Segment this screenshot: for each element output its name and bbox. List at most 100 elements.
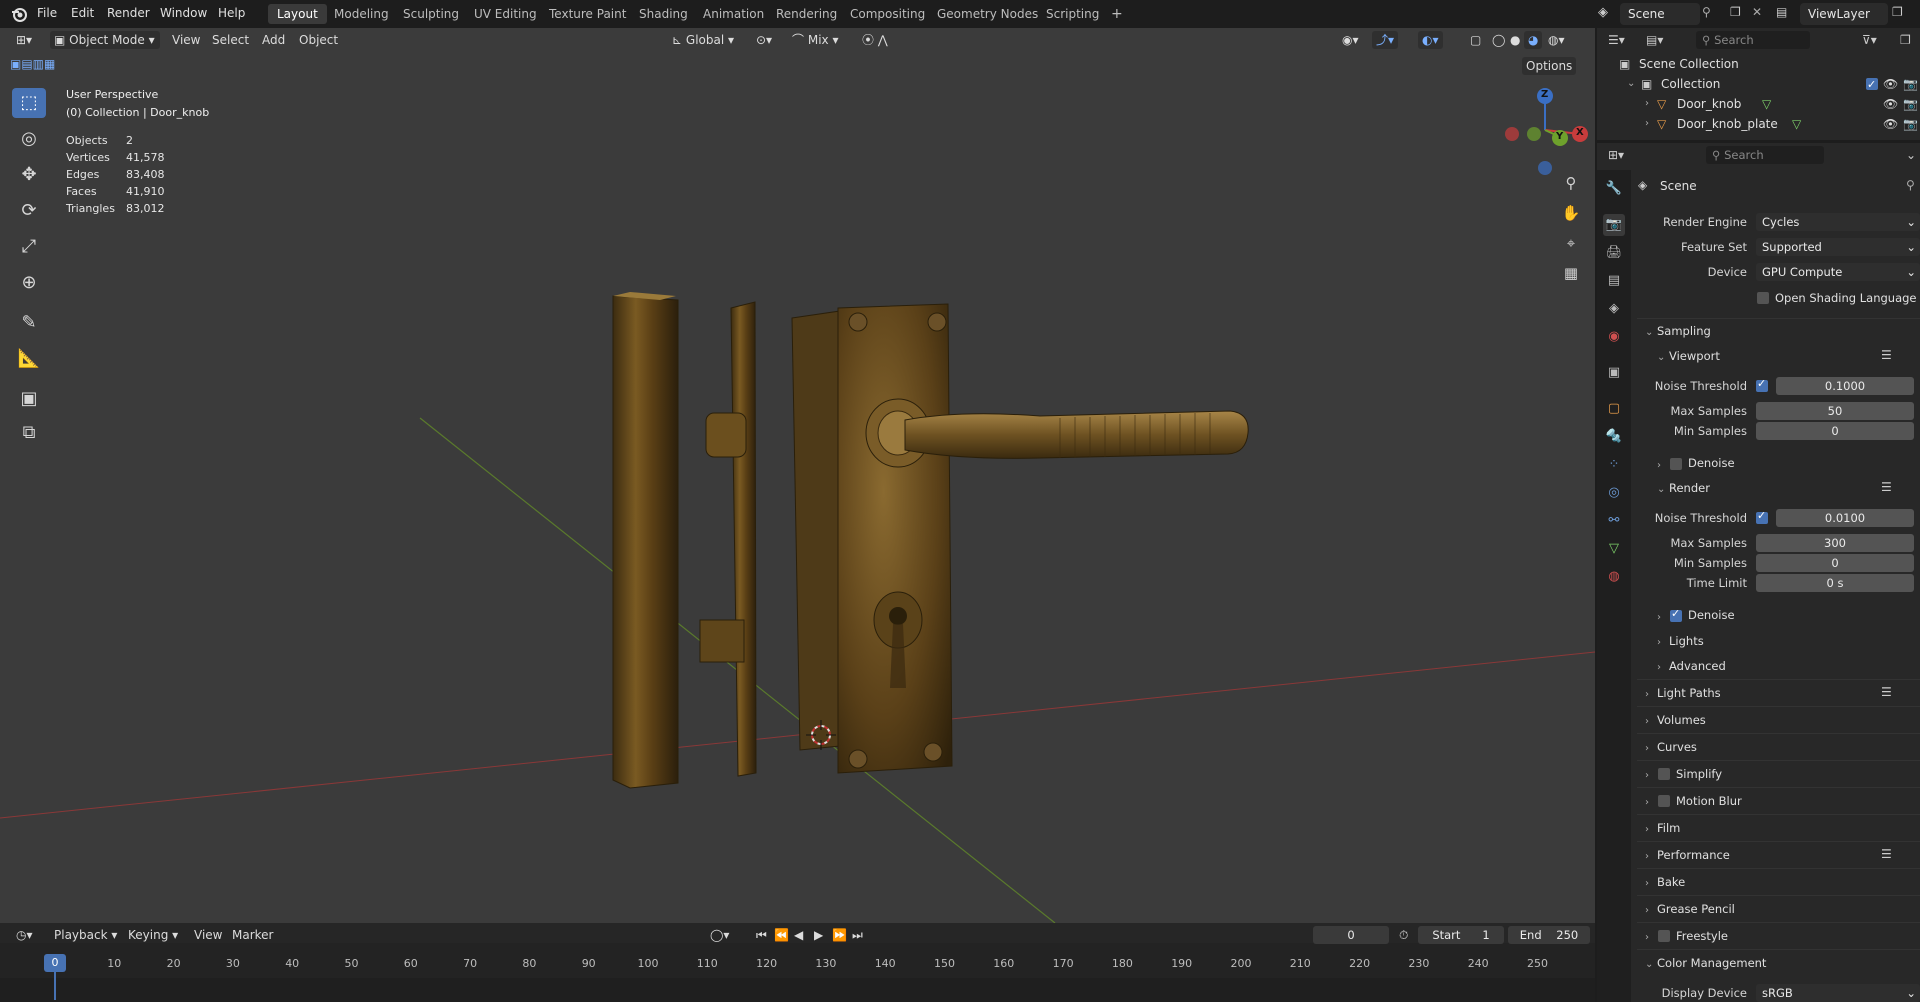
render-denoise-checkbox[interactable] — [1670, 607, 1682, 622]
filter-icon[interactable]: ⊽▾ — [1862, 33, 1877, 47]
advanced-subpanel-header[interactable]: › Advanced — [1657, 659, 1726, 673]
rendered-shading-icon[interactable]: ◍▾ — [1544, 31, 1569, 49]
pin-icon[interactable]: ⚲ — [1906, 178, 1915, 192]
performance-panel-header[interactable]: › Performance — [1645, 848, 1730, 862]
tab-texture-paint[interactable]: Texture Paint — [540, 4, 635, 24]
menu-timeline-view[interactable]: View — [190, 926, 226, 944]
menu-add[interactable]: Add — [258, 31, 289, 49]
render-subpanel-header[interactable]: ⌄ Render — [1657, 481, 1710, 495]
modifier-tab-icon[interactable]: 🔩 — [1603, 426, 1625, 448]
current-frame-field[interactable]: 0 — [1313, 926, 1389, 944]
zoom-icon[interactable]: ⚲ — [1558, 170, 1584, 196]
scene-icon[interactable]: ◈ — [1598, 5, 1608, 20]
new-collection-icon[interactable]: ❐ — [1900, 33, 1911, 47]
render-noise-threshold-checkbox[interactable] — [1756, 509, 1768, 524]
menu-view[interactable]: View — [168, 31, 204, 49]
expand-icon[interactable]: ⌄ — [1627, 74, 1635, 94]
mode-selector[interactable]: ▣ Object Mode ▾ — [50, 31, 160, 49]
delete-scene-icon[interactable]: ✕ — [1752, 5, 1762, 19]
device-dropdown[interactable]: GPU Compute ⌄ — [1756, 263, 1920, 281]
render-max-samples-field[interactable]: 300 — [1756, 534, 1914, 552]
sampling-panel-header[interactable]: ⌄ Sampling — [1645, 324, 1711, 338]
proportional-editing-icon[interactable]: ⦿ ⋀ — [858, 31, 892, 49]
tab-sculpting[interactable]: Sculpting — [394, 4, 468, 24]
solid-shading-icon[interactable]: ● — [1506, 31, 1524, 49]
motion-blur-checkbox[interactable] — [1658, 795, 1670, 807]
cursor-tool-icon[interactable]: ◎ — [12, 124, 46, 154]
menu-object[interactable]: Object — [295, 31, 342, 49]
collection-tab-icon[interactable]: ▣ — [1603, 362, 1625, 384]
viewport-noise-threshold-field[interactable]: 0.1000 — [1776, 377, 1914, 395]
menu-marker[interactable]: Marker — [228, 926, 277, 944]
render-tab-icon[interactable]: 📷 — [1603, 214, 1625, 236]
pan-hand-icon[interactable]: ✋ — [1558, 200, 1584, 226]
rotate-tool-icon[interactable]: ⟳ — [12, 196, 46, 226]
render-camera-icon[interactable]: 📷 — [1903, 114, 1918, 134]
expand-icon[interactable]: › — [1645, 114, 1649, 134]
properties-editor-icon[interactable]: ⊞▾ — [1608, 148, 1624, 162]
tab-shading[interactable]: Shading — [630, 4, 697, 24]
particles-tab-icon[interactable]: ⁘ — [1603, 454, 1625, 476]
simplify-panel-header[interactable]: › — [1645, 767, 1657, 781]
simplify-checkbox[interactable] — [1658, 768, 1670, 780]
viewport-denoise-header[interactable]: › — [1657, 457, 1669, 471]
jump-end-icon[interactable]: ⏭ — [848, 926, 867, 944]
tab-rendering[interactable]: Rendering — [767, 4, 846, 24]
snap-selector[interactable]: ⌒ Mix ▾ — [788, 31, 842, 49]
render-camera-icon[interactable]: 📷 — [1903, 74, 1918, 94]
menu-file[interactable]: File — [37, 6, 57, 20]
outliner-row-door-knob-plate[interactable]: › ▽ Door_knob_plate ▽ 👁 📷 — [1597, 114, 1920, 134]
playhead[interactable]: 0 — [44, 954, 66, 972]
selection-mode-icons[interactable]: ▣▤▥▦ — [10, 57, 55, 71]
menu-render[interactable]: Render — [107, 6, 150, 20]
outliner-row-door-knob[interactable]: › ▽ Door_knob ▽ 👁 📷 — [1597, 94, 1920, 114]
presets-list-icon[interactable]: ☰ — [1881, 480, 1892, 494]
scale-tool-icon[interactable]: ⤢ — [12, 232, 46, 262]
tab-layout[interactable]: Layout — [268, 4, 327, 24]
visibility-eye-icon[interactable]: 👁 — [1883, 94, 1898, 114]
outliner-search[interactable]: ⚲ Search — [1696, 31, 1810, 49]
tab-modeling[interactable]: Modeling — [325, 4, 398, 24]
render-denoise-header[interactable]: › — [1657, 609, 1669, 623]
lights-subpanel-header[interactable]: › Lights — [1657, 634, 1704, 648]
film-panel-header[interactable]: › Film — [1645, 821, 1680, 835]
visibility-eye-icon[interactable]: 👁 — [1883, 74, 1898, 94]
physics-tab-icon[interactable]: ◎ — [1603, 482, 1625, 504]
tab-scripting[interactable]: Scripting — [1037, 4, 1108, 24]
render-min-samples-field[interactable]: 0 — [1756, 554, 1914, 572]
3d-viewport[interactable]: ⬚ ◎ ✥ ⟳ ⤢ ⊕ ✎ 📐 ▣ ⧉ User Perspective (0)… — [0, 28, 1595, 923]
xray-icon[interactable]: ▢ — [1466, 31, 1485, 49]
view-layer-icon[interactable]: ▤ — [1776, 5, 1787, 19]
mesh-data-icon[interactable]: ▽ — [1792, 114, 1801, 134]
tab-geometry-nodes[interactable]: Geometry Nodes — [928, 4, 1047, 24]
osl-checkbox[interactable] — [1757, 292, 1769, 304]
add-cube-tool-icon[interactable]: ▣ — [12, 384, 46, 414]
material-shading-icon[interactable]: ◕ — [1524, 31, 1543, 49]
end-frame-field[interactable]: End 250 — [1508, 926, 1590, 944]
editor-type-icon[interactable]: ⊞▾ — [12, 31, 36, 49]
view-layer-selector[interactable]: ViewLayer — [1800, 3, 1888, 25]
bake-panel-header[interactable]: › Bake — [1645, 875, 1685, 889]
auto-keying-icon[interactable]: ◯▾ — [706, 926, 733, 944]
scene-selector[interactable]: Scene — [1620, 3, 1700, 25]
object-tab-icon[interactable]: ▢ — [1603, 398, 1625, 420]
view-layer-tab-icon[interactable]: ▤ — [1603, 270, 1625, 292]
menu-keying[interactable]: Keying ▾ — [124, 926, 182, 944]
color-management-panel-header[interactable]: ⌄ Color Management — [1645, 956, 1766, 970]
volumes-panel-header[interactable]: › Volumes — [1645, 713, 1706, 727]
menu-select[interactable]: Select — [208, 31, 253, 49]
start-frame-field[interactable]: Start 1 — [1418, 926, 1504, 944]
expand-icon[interactable]: › — [1645, 94, 1649, 114]
properties-search[interactable]: ⚲ Search — [1706, 146, 1824, 164]
gizmo-toggle-icon[interactable]: ⤴▾ — [1372, 31, 1399, 49]
blender-logo-icon[interactable] — [10, 5, 28, 23]
material-tab-icon[interactable]: ◍ — [1603, 566, 1625, 588]
visibility-icon[interactable]: ◉▾ — [1338, 31, 1363, 49]
outliner-editor-icon[interactable]: ☰▾ — [1608, 33, 1625, 47]
display-device-dropdown[interactable]: sRGB ⌄ — [1756, 984, 1920, 1002]
grease-pencil-panel-header[interactable]: › Grease Pencil — [1645, 902, 1735, 916]
extrude-tool-icon[interactable]: ⧉ — [12, 418, 46, 448]
world-tab-icon[interactable]: ◉ — [1603, 326, 1625, 348]
viewport-denoise-checkbox[interactable] — [1670, 458, 1682, 470]
data-tab-icon[interactable]: ▽ — [1603, 538, 1625, 560]
